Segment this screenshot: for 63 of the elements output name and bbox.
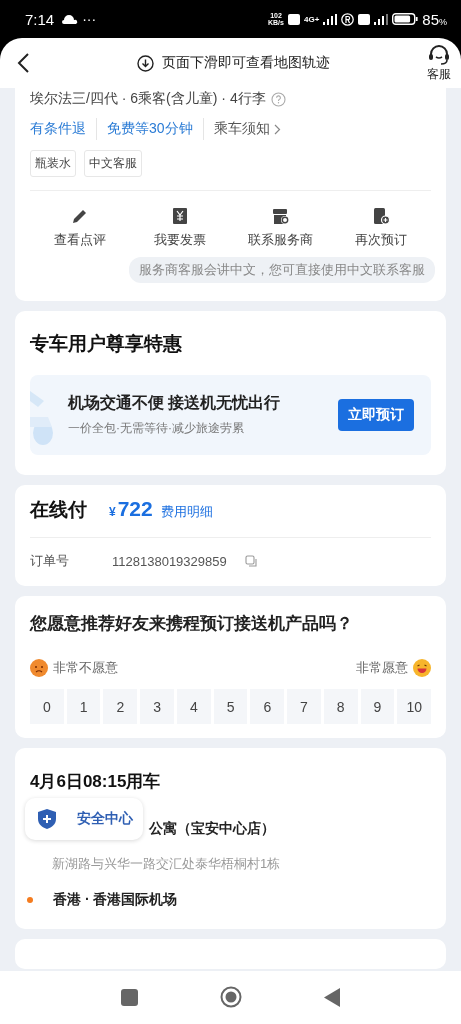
document-plus-icon <box>372 207 390 225</box>
low-score-label: 非常不愿意 <box>53 659 118 677</box>
promo-title: 专车用户尊享特惠 <box>30 332 183 356</box>
score-option[interactable]: 10 <box>397 689 432 724</box>
cloud-icon <box>62 14 79 24</box>
sad-face-icon <box>30 659 48 677</box>
score-option[interactable]: 5 <box>213 689 248 724</box>
recent-apps-icon[interactable] <box>121 988 138 1006</box>
action-button[interactable]: 查看点评 <box>30 207 130 249</box>
service-tag: 瓶装水 <box>30 150 76 177</box>
status-time: 7:14 <box>25 10 55 28</box>
fee-details-link[interactable]: 费用明细 <box>160 503 213 521</box>
map-hint: 页面下滑即可查看地图轨迹 <box>162 54 330 72</box>
payment-label: 在线付 <box>30 498 87 522</box>
roaming-icon <box>341 12 355 26</box>
order-number: 1128138019329859 <box>112 553 227 569</box>
service-tag: 中文客服 <box>84 150 142 177</box>
dropoff-dot <box>27 897 33 903</box>
signal-icon <box>323 13 338 25</box>
score-option[interactable]: 3 <box>140 689 174 724</box>
action-button[interactable]: 再次预订 <box>331 207 431 249</box>
action-button[interactable]: 联系服务商 <box>230 207 331 249</box>
home-icon[interactable] <box>220 986 242 1008</box>
policy-label: 免费等30分钟 <box>96 118 203 140</box>
score-option[interactable]: 4 <box>176 689 211 724</box>
shield-icon <box>38 809 56 829</box>
signal-icon <box>374 13 389 25</box>
safety-center-button[interactable]: 安全中心 <box>25 798 143 840</box>
network-type: 4G+ <box>303 14 320 24</box>
customer-service-button[interactable]: 客服 <box>427 43 451 83</box>
score-option[interactable]: 7 <box>287 689 321 724</box>
vehicle-summary: 埃尔法三/四代 · 6乘客(含儿童) · 4行李 <box>30 90 266 108</box>
survey-question: 您愿意推荐好友来携程预订接送机产品吗？ <box>30 613 354 635</box>
score-option[interactable]: 0 <box>30 689 64 724</box>
high-score-label: 非常愿意 <box>356 659 408 677</box>
price: ¥722 <box>109 497 153 521</box>
score-option[interactable]: 6 <box>250 689 285 724</box>
headset-icon <box>427 43 451 66</box>
banner-subtitle: 一价全包·无需等待·减少旅途劳累 <box>68 420 245 437</box>
action-button[interactable]: 我要发票 <box>130 207 231 249</box>
pickup-name: 公寓（宝安中心店） <box>149 819 275 838</box>
score-option[interactable]: 2 <box>103 689 138 724</box>
status-more: ··· <box>82 11 97 27</box>
pencil-icon <box>71 207 89 225</box>
score-option[interactable]: 1 <box>66 689 101 724</box>
laughing-face-icon <box>413 659 431 677</box>
score-option[interactable]: 9 <box>360 689 395 724</box>
ride-notice-link[interactable]: 乘车须知 <box>202 118 291 140</box>
order-label: 订单号 <box>30 552 70 570</box>
back-triangle-icon[interactable] <box>324 987 340 1007</box>
tooltip: 服务商客服会讲中文，您可直接使用中文联系客服 <box>129 257 435 283</box>
banner-title: 机场交通不便 接送机无忧出行 <box>68 393 282 413</box>
dropoff-name: 香港 · 香港国际机场 <box>53 891 178 909</box>
invoice-icon <box>171 207 190 225</box>
battery-percent: 85% <box>422 10 447 28</box>
battery-icon <box>392 13 419 25</box>
chevron-right-icon <box>273 123 281 135</box>
back-icon[interactable] <box>16 52 30 74</box>
shop-icon <box>271 207 290 225</box>
policy-label: 有条件退 <box>30 119 87 138</box>
score-option[interactable]: 8 <box>323 689 358 724</box>
trip-time: 4月6日08:15用车 <box>30 771 162 793</box>
book-now-button[interactable]: 立即预订 <box>338 399 414 431</box>
